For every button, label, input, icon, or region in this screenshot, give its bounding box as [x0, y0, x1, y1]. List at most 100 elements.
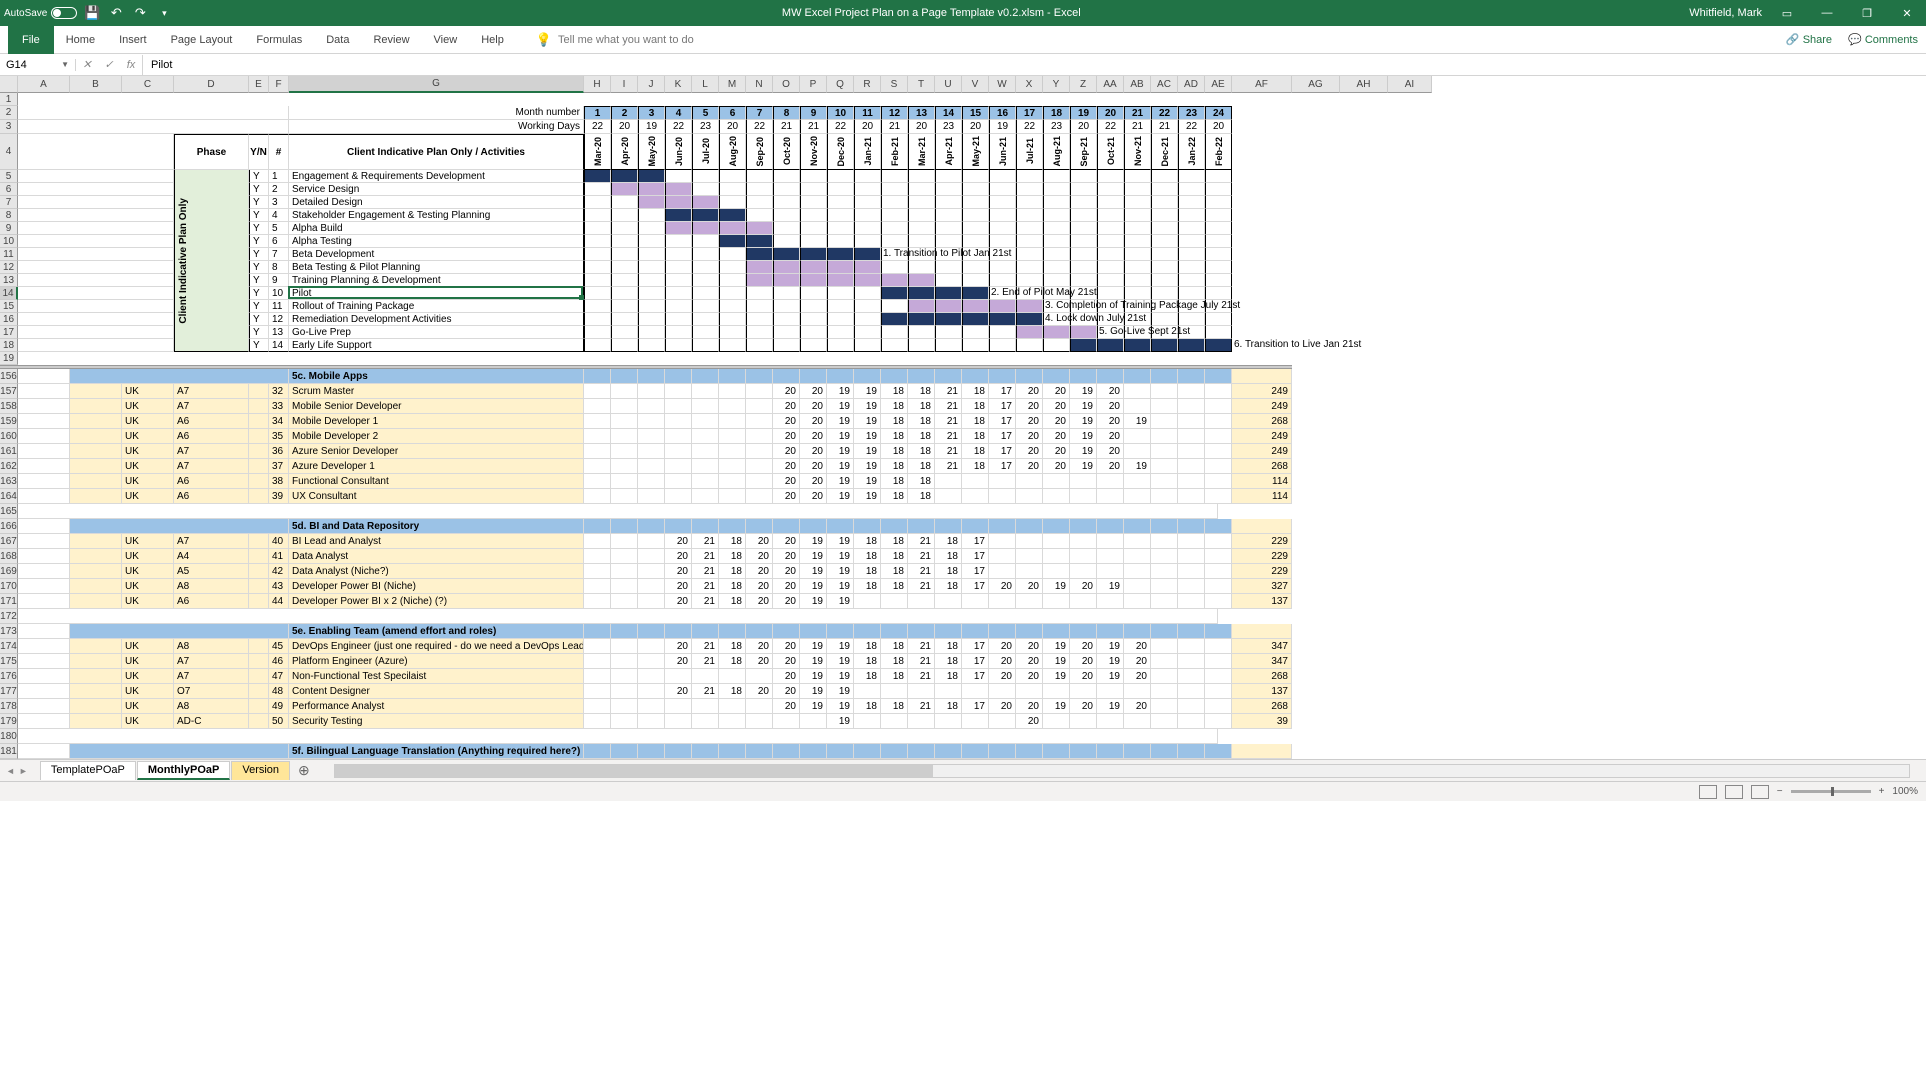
- row-header[interactable]: 167: [0, 534, 18, 549]
- column-header[interactable]: AB: [1124, 76, 1151, 93]
- row-header[interactable]: 158: [0, 399, 18, 414]
- column-header[interactable]: D: [174, 76, 249, 93]
- column-header[interactable]: T: [908, 76, 935, 93]
- row-header[interactable]: 169: [0, 564, 18, 579]
- column-header[interactable]: R: [854, 76, 881, 93]
- row-header[interactable]: 173: [0, 624, 18, 639]
- column-header[interactable]: E: [249, 76, 269, 93]
- row-header[interactable]: 10: [0, 235, 18, 248]
- normal-view-icon[interactable]: [1699, 785, 1717, 799]
- column-header[interactable]: G: [289, 76, 584, 93]
- column-header[interactable]: I: [611, 76, 638, 93]
- column-header[interactable]: C: [122, 76, 174, 93]
- column-header[interactable]: AF: [1232, 76, 1292, 93]
- column-header[interactable]: X: [1016, 76, 1043, 93]
- row-header[interactable]: 6: [0, 183, 18, 196]
- column-header[interactable]: Z: [1070, 76, 1097, 93]
- column-header[interactable]: V: [962, 76, 989, 93]
- sheet-tab[interactable]: TemplatePOaP: [40, 761, 136, 780]
- column-header[interactable]: AG: [1292, 76, 1340, 93]
- add-sheet-button[interactable]: ⊕: [290, 762, 318, 779]
- row-header[interactable]: 19: [0, 352, 18, 365]
- row-header[interactable]: 3: [0, 120, 18, 134]
- row-header[interactable]: 177: [0, 684, 18, 699]
- ribbon-tab-file[interactable]: File: [8, 26, 54, 54]
- row-header[interactable]: 16: [0, 313, 18, 326]
- column-header[interactable]: AD: [1178, 76, 1205, 93]
- row-header[interactable]: 165: [0, 504, 18, 519]
- column-header[interactable]: Q: [827, 76, 854, 93]
- enter-formula-icon[interactable]: ✓: [98, 55, 120, 75]
- column-header[interactable]: K: [665, 76, 692, 93]
- ribbon-tab-insert[interactable]: Insert: [107, 26, 159, 54]
- sheet-tab[interactable]: Version: [231, 761, 290, 780]
- ribbon-tab-formulas[interactable]: Formulas: [244, 26, 314, 54]
- column-header[interactable]: Y: [1043, 76, 1070, 93]
- row-header[interactable]: 175: [0, 654, 18, 669]
- tab-scroll-right-icon[interactable]: ►: [19, 766, 28, 776]
- column-header[interactable]: A: [18, 76, 70, 93]
- page-layout-view-icon[interactable]: [1725, 785, 1743, 799]
- row-header[interactable]: 4: [0, 134, 18, 170]
- zoom-in-button[interactable]: +: [1879, 786, 1885, 797]
- row-header[interactable]: 2: [0, 106, 18, 120]
- column-header[interactable]: S: [881, 76, 908, 93]
- column-header[interactable]: AI: [1388, 76, 1432, 93]
- column-header[interactable]: L: [692, 76, 719, 93]
- column-header[interactable]: P: [800, 76, 827, 93]
- minimize-icon[interactable]: —: [1812, 0, 1842, 26]
- column-header[interactable]: O: [773, 76, 800, 93]
- ribbon-tab-help[interactable]: Help: [469, 26, 516, 54]
- column-header[interactable]: AA: [1097, 76, 1124, 93]
- row-header[interactable]: 14: [0, 287, 18, 300]
- row-header[interactable]: 161: [0, 444, 18, 459]
- zoom-out-button[interactable]: −: [1777, 786, 1783, 797]
- ribbon-tab-data[interactable]: Data: [314, 26, 361, 54]
- ribbon-tab-page-layout[interactable]: Page Layout: [159, 26, 245, 54]
- column-header[interactable]: M: [719, 76, 746, 93]
- tell-me-search[interactable]: 💡 Tell me what you want to do: [536, 32, 694, 48]
- select-all-corner[interactable]: [0, 76, 18, 93]
- row-header[interactable]: 166: [0, 519, 18, 534]
- row-header[interactable]: 180: [0, 729, 18, 744]
- row-header[interactable]: 163: [0, 474, 18, 489]
- row-header[interactable]: 181: [0, 744, 18, 759]
- row-header[interactable]: 174: [0, 639, 18, 654]
- row-header[interactable]: 7: [0, 196, 18, 209]
- sheet-tab[interactable]: MonthlyPOaP: [137, 761, 231, 780]
- ribbon-tab-review[interactable]: Review: [361, 26, 421, 54]
- page-break-view-icon[interactable]: [1751, 785, 1769, 799]
- column-header[interactable]: F: [269, 76, 289, 93]
- row-header[interactable]: 159: [0, 414, 18, 429]
- column-header[interactable]: U: [935, 76, 962, 93]
- close-icon[interactable]: ✕: [1892, 0, 1922, 26]
- row-header[interactable]: 164: [0, 489, 18, 504]
- row-header[interactable]: 18: [0, 339, 18, 352]
- row-header[interactable]: 12: [0, 261, 18, 274]
- user-name[interactable]: Whitfield, Mark: [1689, 7, 1762, 19]
- name-box[interactable]: G14▼: [0, 59, 76, 71]
- row-header[interactable]: 13: [0, 274, 18, 287]
- column-header[interactable]: W: [989, 76, 1016, 93]
- row-header[interactable]: 176: [0, 669, 18, 684]
- redo-icon[interactable]: ↷: [131, 4, 149, 22]
- row-header[interactable]: 1: [0, 93, 18, 106]
- row-header[interactable]: 157: [0, 384, 18, 399]
- row-header[interactable]: 171: [0, 594, 18, 609]
- column-header[interactable]: J: [638, 76, 665, 93]
- zoom-level[interactable]: 100%: [1892, 786, 1918, 797]
- customize-qat-icon[interactable]: ▾: [155, 4, 173, 22]
- row-header[interactable]: 170: [0, 579, 18, 594]
- comments-button[interactable]: 💬 Comments: [1848, 33, 1918, 46]
- column-header[interactable]: AH: [1340, 76, 1388, 93]
- row-header[interactable]: 8: [0, 209, 18, 222]
- horizontal-scrollbar[interactable]: [334, 764, 1910, 778]
- maximize-icon[interactable]: ❐: [1852, 0, 1882, 26]
- row-header[interactable]: 179: [0, 714, 18, 729]
- row-header[interactable]: 156: [0, 369, 18, 384]
- row-header[interactable]: 5: [0, 170, 18, 183]
- row-header[interactable]: 15: [0, 300, 18, 313]
- row-header[interactable]: 160: [0, 429, 18, 444]
- column-header[interactable]: N: [746, 76, 773, 93]
- formula-input[interactable]: Pilot: [143, 59, 1926, 71]
